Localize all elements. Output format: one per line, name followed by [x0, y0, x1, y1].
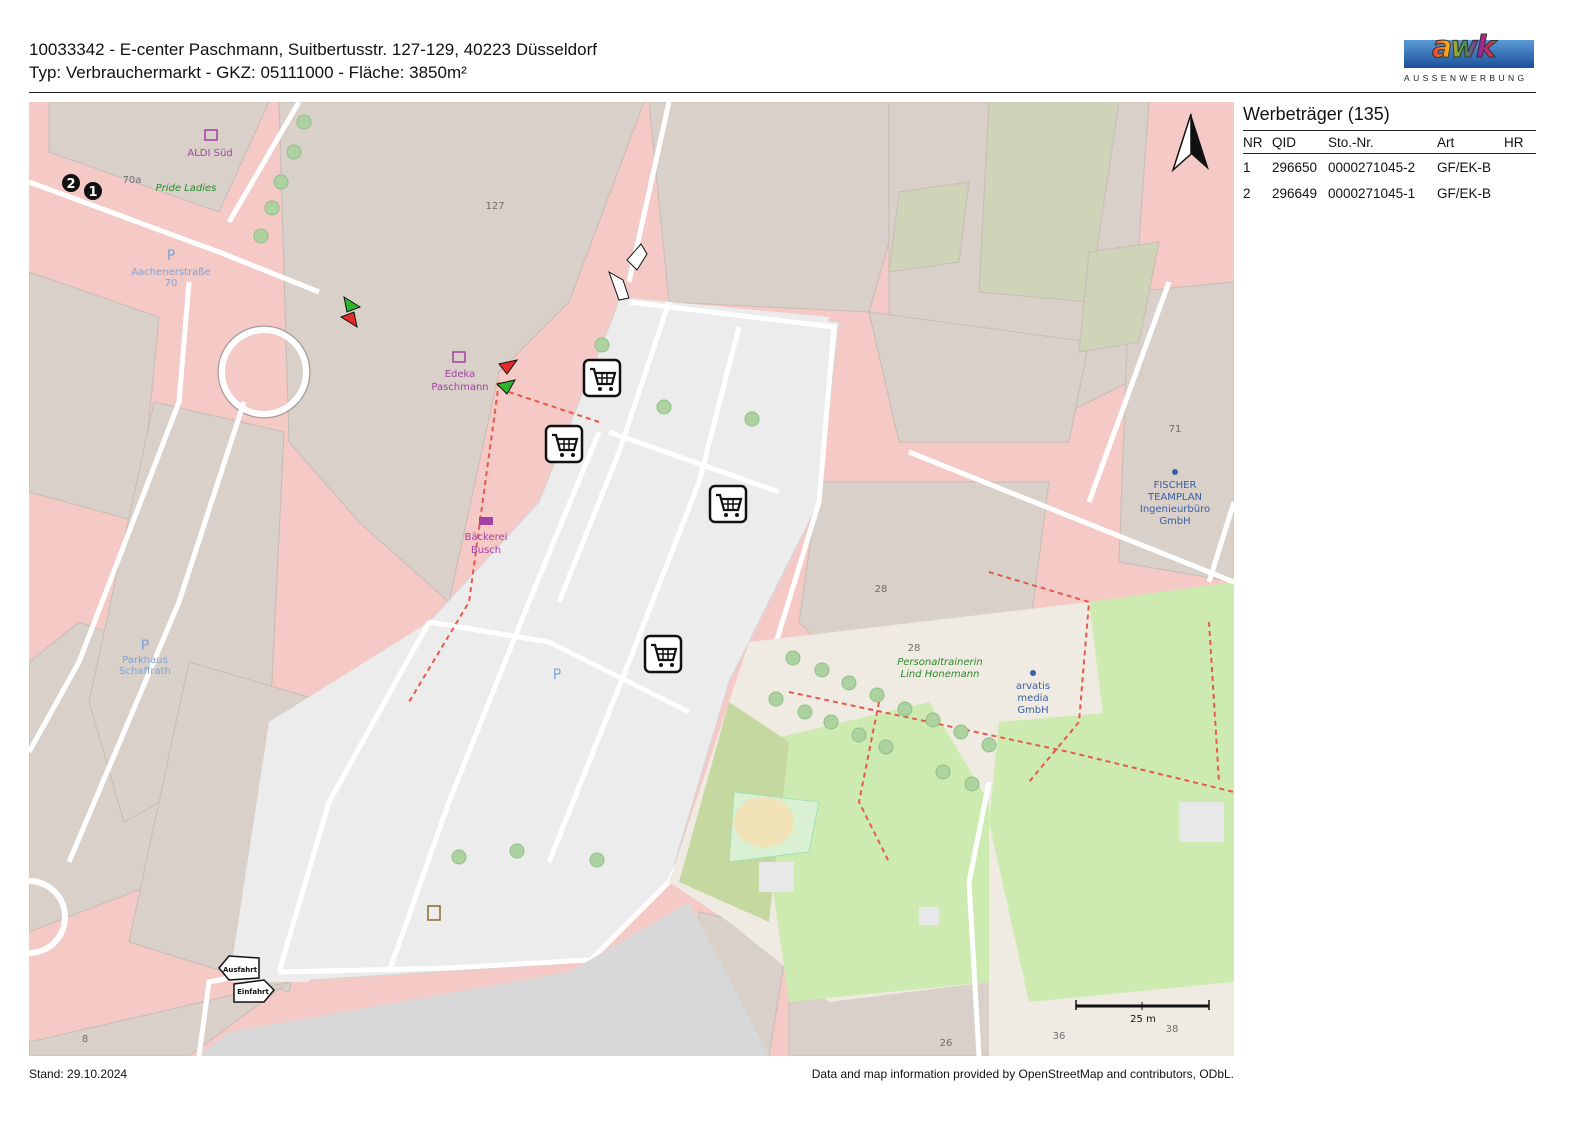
parkhaus-label: Parkhaus [122, 655, 168, 666]
cell-hr [1504, 154, 1536, 181]
scale-label: 25 m [1130, 1014, 1156, 1025]
trainer-label: Personaltrainerin [897, 657, 983, 668]
arvatis-label: arvatis [1016, 681, 1050, 692]
svg-text:1: 1 [88, 185, 97, 200]
col-nr: NR [1243, 130, 1272, 154]
office-icon [1030, 670, 1036, 676]
page-header: 10033342 - E-center Paschmann, Suitbertu… [29, 38, 597, 84]
bakery-label-2: Busch [471, 545, 501, 556]
fischer-label: FISCHER [1154, 480, 1197, 491]
edeka-label-2: Paschmann [431, 382, 488, 393]
cell-nr: 2 [1243, 185, 1251, 201]
stand-date: Stand: 29.10.2024 [29, 1067, 128, 1081]
bakery-label: Bäckerei [465, 532, 508, 543]
arvatis-label-2: media [1017, 693, 1048, 704]
table-row[interactable]: 2 296649 0000271045-1 GF/EK-B [1243, 180, 1536, 206]
logo-subtitle: AUSSENWERBUNG [1404, 73, 1528, 83]
house-number: 8 [82, 1034, 88, 1045]
cell-qid: 296650 [1272, 159, 1318, 175]
header-divider [29, 92, 1536, 93]
col-hr: HR [1504, 130, 1536, 154]
arvatis-label-3: GmbH [1017, 705, 1048, 716]
location-title: 10033342 - E-center Paschmann, Suitbertu… [29, 40, 597, 59]
house-number: 28 [908, 643, 921, 654]
logo-word: awk [1432, 30, 1497, 66]
advertising-panel: Werbeträger (135) NR QID Sto.-Nr. Art HR… [1243, 102, 1536, 206]
house-number: 70a [123, 175, 142, 186]
cell-sto: 0000271045-2 [1328, 159, 1416, 175]
col-qid: QID [1272, 130, 1328, 154]
trainer-label-2: Lind Honemann [901, 669, 980, 680]
table-row[interactable]: 1 296650 0000271045-2 GF/EK-B [1243, 154, 1536, 181]
house-number: 71 [1169, 424, 1182, 435]
location-marker-2[interactable]: 2 [62, 174, 80, 192]
fischer-label-2: TEAMPLAN [1147, 492, 1202, 503]
company-logo: awk AUSSENWERBUNG [1404, 28, 1536, 86]
svg-text:2: 2 [66, 177, 75, 192]
parking-lot-label: P [553, 667, 561, 683]
col-art: Art [1437, 130, 1504, 154]
house-number: 38 [1166, 1024, 1179, 1035]
panel-title: Werbeträger (135) [1243, 104, 1390, 124]
table-header-row: NR QID Sto.-Nr. Art HR [1243, 130, 1536, 154]
location-marker-1[interactable]: 1 [84, 182, 102, 200]
cell-qid: 296649 [1272, 185, 1318, 201]
house-number: 127 [485, 201, 504, 212]
fischer-label-4: GmbH [1159, 516, 1190, 527]
col-sto: Sto.-Nr. [1328, 130, 1437, 154]
map-view[interactable]: 2 1 ALDI Süd Pride Ladies 70a 127 P Aach… [29, 102, 1234, 1056]
location-subtitle: Typ: Verbrauchermarkt - GKZ: 05111000 - … [29, 63, 467, 82]
cell-art: GF/EK-B [1437, 185, 1492, 201]
house-number: 26 [940, 1038, 953, 1049]
advertising-table: NR QID Sto.-Nr. Art HR 1 296650 00002710… [1243, 130, 1536, 206]
einfahrt-label: Einfahrt [237, 988, 269, 996]
parkhaus-label-2: Schaffrath [119, 666, 171, 677]
parking-p-label: P [167, 248, 175, 264]
house-number: 36 [1053, 1031, 1066, 1042]
house-number: 28 [875, 584, 888, 595]
parking-street-label: Aachenerstraße [131, 267, 210, 278]
pride-label: Pride Ladies [156, 183, 217, 194]
fischer-label-3: Ingenieurbüro [1140, 504, 1210, 515]
cell-nr: 1 [1243, 159, 1251, 175]
bakery-icon [479, 517, 493, 525]
map-attribution: Data and map information provided by Ope… [811, 1067, 1234, 1081]
cell-hr [1504, 180, 1536, 206]
cell-art: GF/EK-B [1437, 159, 1492, 175]
aldi-label: ALDI Süd [187, 148, 232, 159]
office-icon [1172, 469, 1178, 475]
cell-sto: 0000271045-1 [1328, 185, 1416, 201]
ausfahrt-label: Ausfahrt [223, 966, 258, 974]
parkhaus-p-label: P [141, 638, 149, 654]
edeka-label: Edeka [445, 369, 476, 380]
parking-number-label: 70 [165, 278, 178, 289]
